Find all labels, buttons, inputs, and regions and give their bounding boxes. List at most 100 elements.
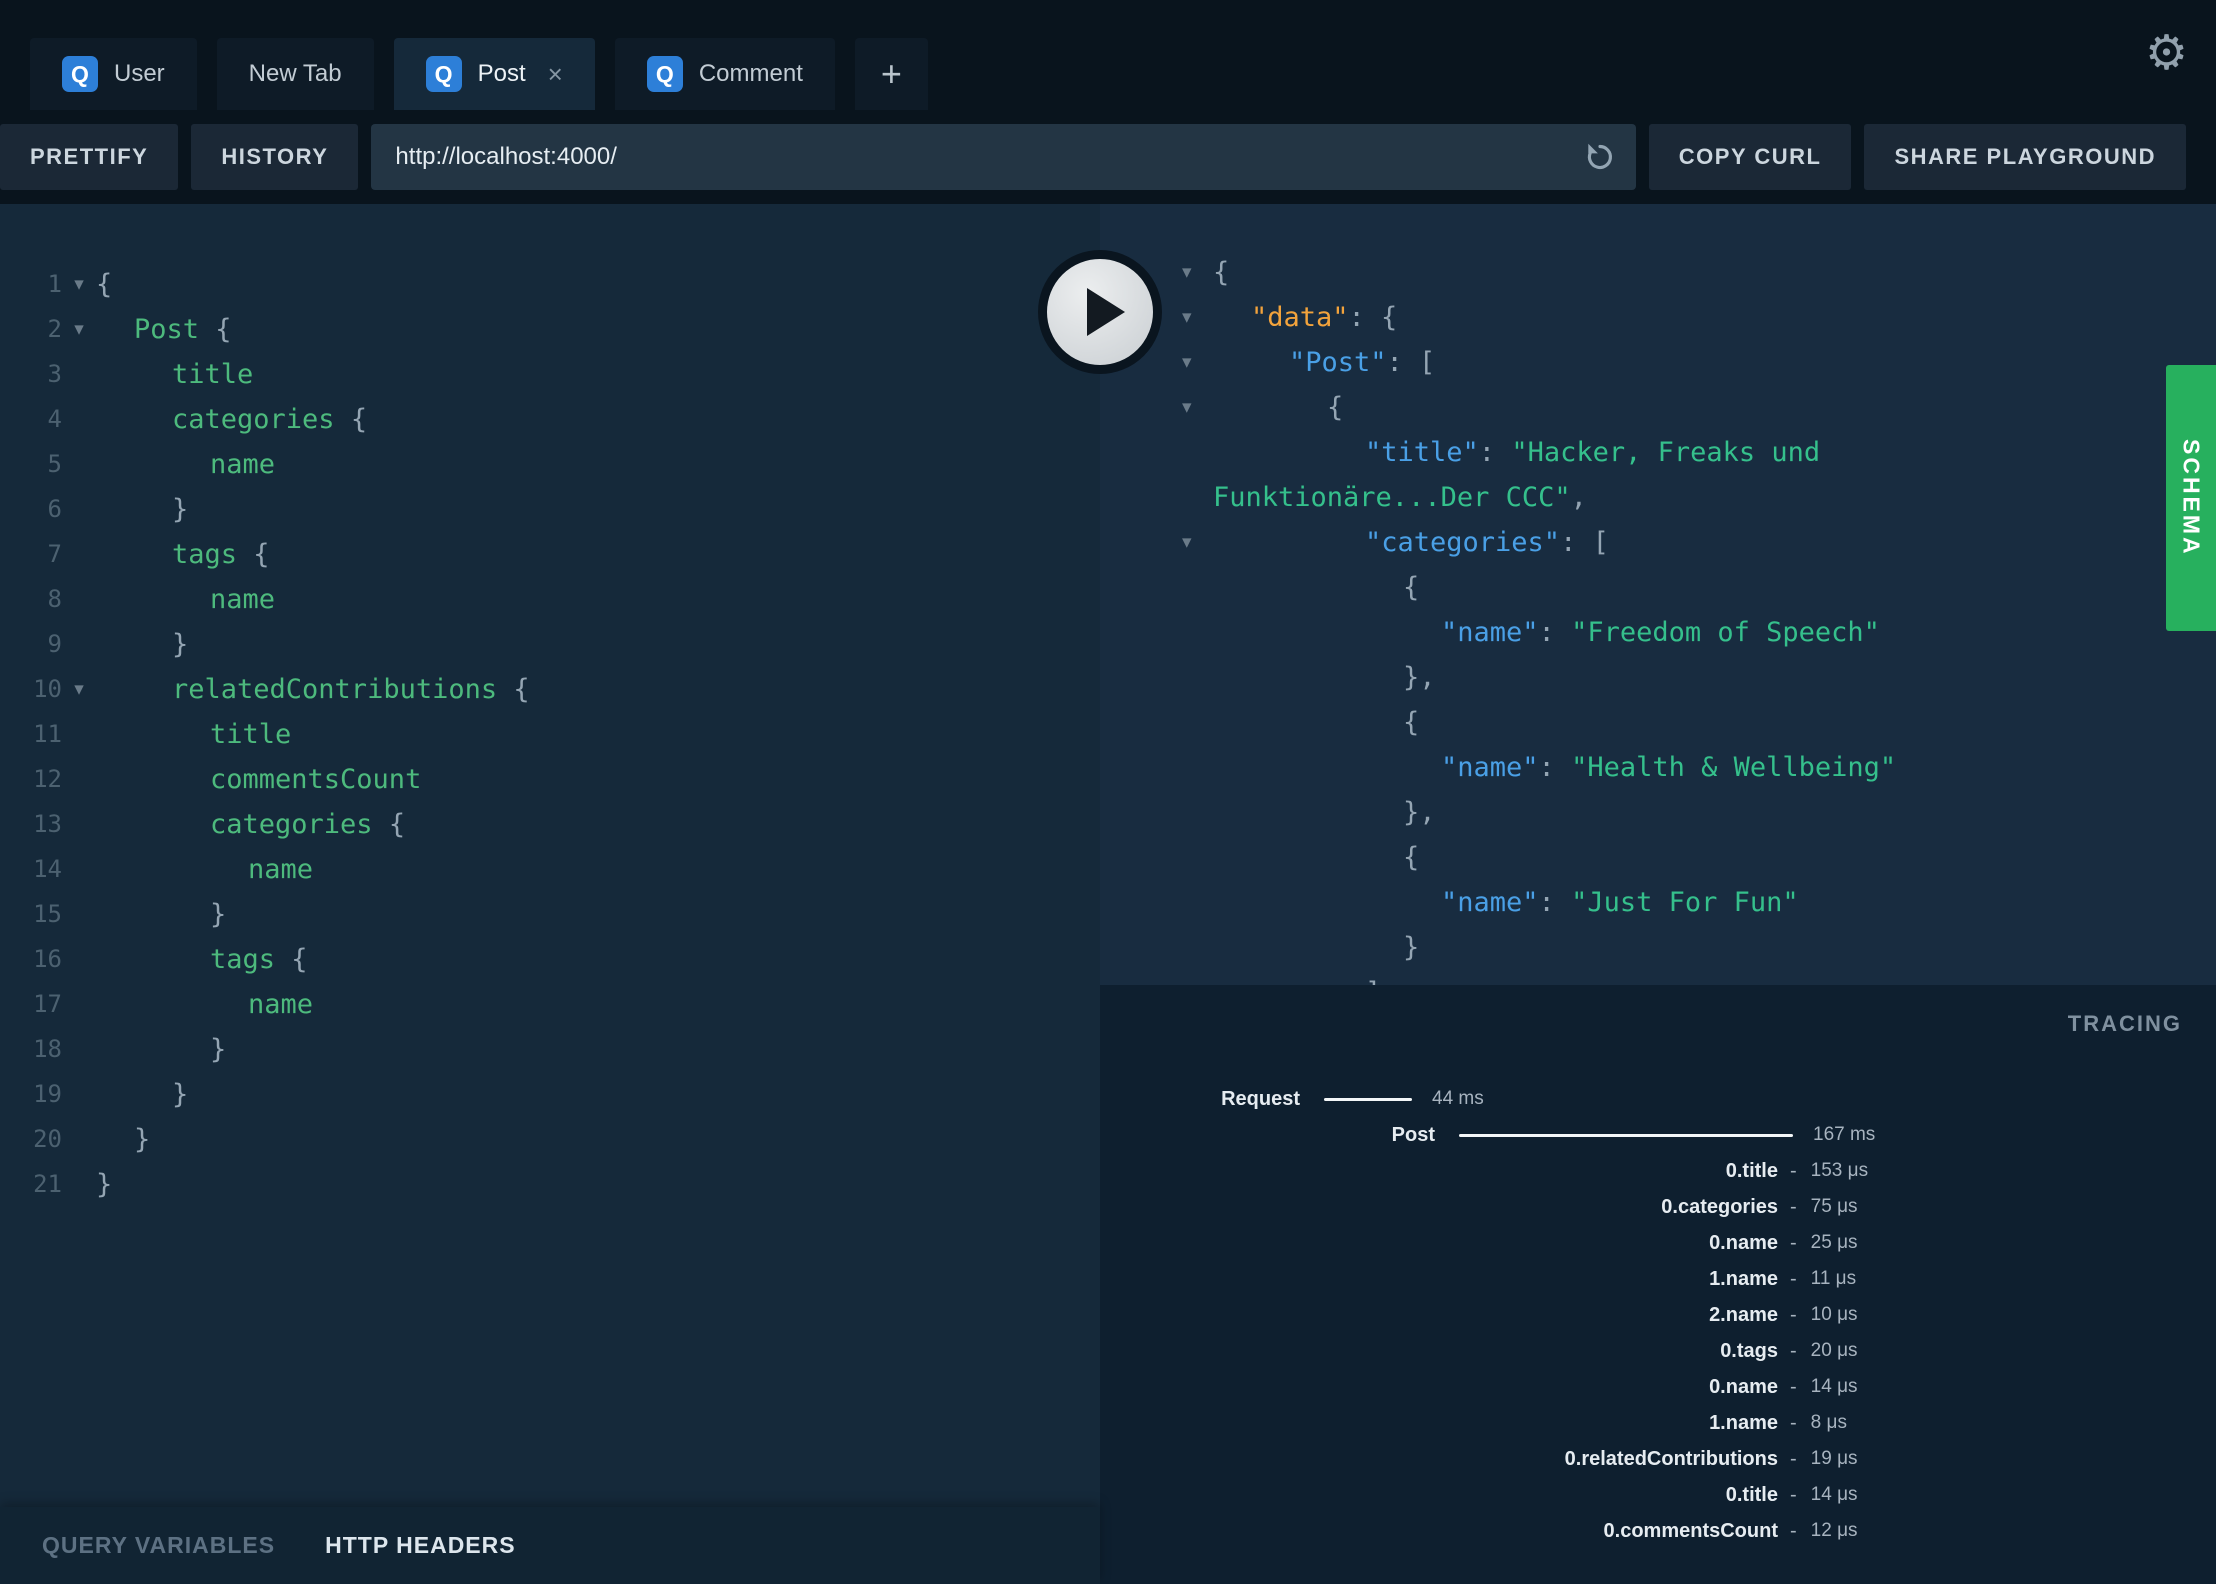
tracing-label: 1.name (1709, 1411, 1778, 1434)
response-line: ▾ "categories": [ (1100, 520, 2216, 565)
response-code: "name": "Just For Fun" (1441, 887, 1799, 918)
tracing-dash: - (1790, 1159, 1797, 1182)
fold-arrow-icon[interactable]: ▾ (1182, 295, 1192, 340)
line-number: 9 (47, 630, 62, 658)
graphql-q-icon: Q (646, 56, 683, 92)
response-line: { (1100, 565, 2216, 610)
prettify-button[interactable]: PRETTIFY (0, 124, 179, 190)
line-number: 14 (33, 855, 62, 883)
response-code: "title": "Hacker, Freaks und (1365, 437, 1821, 468)
tab-user[interactable]: Q User (30, 38, 197, 110)
query-code: categories { (210, 809, 406, 840)
main-panes: 1 ▾{2 ▾ Post {3 title 4 categories {5 name 6} 7 ta… (0, 204, 2216, 1584)
tracing-dash: - (1790, 1303, 1797, 1326)
fold-arrow-icon (62, 1027, 96, 1072)
tracing-row: 0.tags -20 μs (1100, 1333, 2216, 1369)
fold-arrow-icon (62, 1072, 96, 1117)
endpoint-url-input[interactable] (371, 124, 1636, 190)
tabs: Q User New Tab Q Post × Q Comment + (30, 38, 928, 110)
settings-icon[interactable]: ⚙ (2145, 30, 2188, 78)
line-number: 7 (47, 540, 62, 568)
line-number: 4 (47, 405, 62, 433)
line-number: 16 (33, 945, 62, 973)
fold-arrow-icon (62, 442, 96, 487)
tab-label: New Tab (248, 60, 342, 87)
query-line: 8 name (0, 577, 1100, 622)
plus-icon: + (880, 53, 902, 94)
history-button[interactable]: HISTORY (191, 124, 359, 190)
line-number: 12 (33, 765, 62, 793)
tracing-row: 0.title -153 μs (1100, 1153, 2216, 1189)
query-line: 12 commentsCount (0, 757, 1100, 802)
query-variables-tab[interactable]: QUERY VARIABLES (42, 1532, 275, 1559)
fold-arrow-icon (62, 847, 96, 892)
editor-footer: QUERY VARIABLES HTTP HEADERS (0, 1507, 1100, 1584)
line-number: 17 (33, 990, 62, 1018)
tracing-value: 11 μs (1810, 1268, 1857, 1289)
response-lines: ▾{▾ "data": {▾ "Post": [▾{"title": "Hacker… (1100, 250, 2216, 985)
fold-arrow-icon[interactable]: ▾ (1182, 520, 1192, 565)
fold-arrow-icon[interactable]: ▾ (1182, 250, 1192, 295)
query-code: } (134, 1124, 151, 1155)
tab-label: Post (477, 60, 526, 87)
fold-arrow-icon[interactable]: ▾ (62, 307, 96, 352)
response-line: { (1100, 835, 2216, 880)
fold-arrow-icon[interactable]: ▾ (62, 667, 96, 712)
response-line: ▾{ (1100, 385, 2216, 430)
http-headers-tab[interactable]: HTTP HEADERS (325, 1532, 516, 1559)
response-line: "name": "Just For Fun" (1100, 880, 2216, 925)
query-editor[interactable]: 1 ▾{2 ▾ Post {3 title 4 categories {5 name 6} 7 ta… (0, 204, 1100, 1507)
query-line: 17 name (0, 982, 1100, 1027)
close-tab-icon[interactable]: × (548, 61, 563, 87)
execute-button[interactable] (1038, 250, 1162, 374)
tracing-row: 0.commentsCount -12 μs (1100, 1513, 2216, 1549)
query-code: name (210, 449, 276, 480)
tracing-label: 0.tags (1720, 1339, 1778, 1362)
tracing-dash: - (1790, 1339, 1797, 1362)
fold-arrow-icon (62, 397, 96, 442)
query-line: 15} (0, 892, 1100, 937)
fold-arrow-icon (62, 892, 96, 937)
line-number: 6 (47, 495, 62, 523)
fold-arrow-icon (62, 577, 96, 622)
query-line: 18} (0, 1027, 1100, 1072)
response-code: { (1403, 572, 1420, 603)
graphql-q-icon: Q (425, 56, 462, 92)
fold-arrow-icon (62, 982, 96, 1027)
tracing-dash: - (1790, 1411, 1797, 1434)
query-line: 11 title (0, 712, 1100, 757)
fold-arrow-icon[interactable]: ▾ (1182, 340, 1192, 385)
tracing-label: 0.name (1709, 1375, 1778, 1398)
reload-icon[interactable] (1582, 139, 1618, 175)
tracing-value: 8 μs (1810, 1412, 1847, 1433)
tracing-row: 0.relatedContributions -19 μs (1100, 1441, 2216, 1477)
tab-new-tab[interactable]: New Tab (216, 38, 374, 110)
query-line: 16 tags { (0, 937, 1100, 982)
tab-post[interactable]: Q Post × (393, 38, 595, 110)
fold-arrow-icon[interactable]: ▾ (62, 262, 96, 307)
query-line: 9} (0, 622, 1100, 667)
fold-arrow-icon[interactable]: ▾ (1182, 385, 1192, 430)
tracing-row: 1.name -8 μs (1100, 1405, 2216, 1441)
tracing-value: 14 μs (1810, 1376, 1858, 1397)
query-code: } (96, 1169, 113, 1200)
graphql-playground: Q User New Tab Q Post × Q Comment + ⚙ PRETTIFY H… (0, 0, 2216, 1584)
url-bar (371, 124, 1636, 190)
share-playground-button[interactable]: SHARE PLAYGROUND (1864, 124, 2186, 190)
response-line: ▾ "data": { (1100, 295, 2216, 340)
response-line: "title": "Hacker, Freaks und (1100, 430, 2216, 475)
schema-tab[interactable]: SCHEMA (2166, 365, 2216, 631)
query-line: 19} (0, 1072, 1100, 1117)
tab-comment[interactable]: Q Comment (614, 38, 835, 110)
tracing-row: Request 44 ms (1100, 1081, 2216, 1117)
query-code: } (172, 494, 189, 525)
response-code: } (1403, 932, 1420, 963)
tracing-row: 0.name -14 μs (1100, 1369, 2216, 1405)
fold-arrow-icon (62, 712, 96, 757)
response-code: ], (1100, 970, 2216, 985)
response-line: { (1100, 700, 2216, 745)
new-tab-button[interactable]: + (854, 38, 928, 110)
tracing-value: 167 ms (1813, 1124, 1876, 1145)
tracing-label: 0.commentsCount (1603, 1519, 1778, 1542)
copy-curl-button[interactable]: COPY CURL (1648, 124, 1852, 190)
